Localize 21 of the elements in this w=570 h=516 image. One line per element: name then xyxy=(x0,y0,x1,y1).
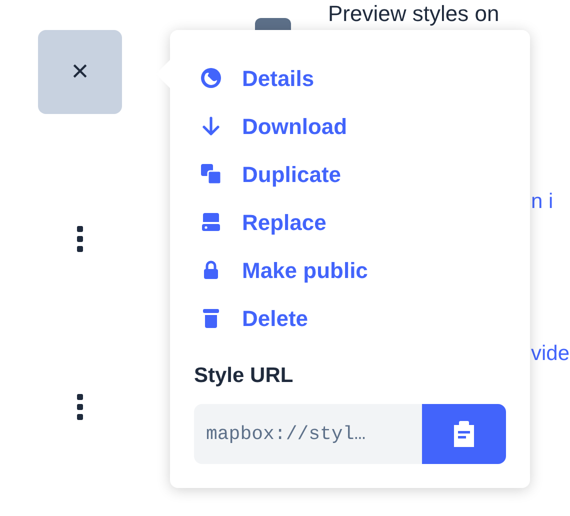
duplicate-icon xyxy=(200,163,222,185)
menu-item[interactable]: Download xyxy=(194,102,348,150)
menu-item[interactable]: Duplicate xyxy=(194,150,342,198)
drive-icon xyxy=(200,211,222,233)
copy-button[interactable] xyxy=(422,404,506,464)
preview-heading: Preview styles on xyxy=(328,1,500,27)
style-url-label: Style URL xyxy=(194,363,294,389)
menu-item[interactable]: Details xyxy=(194,54,314,102)
style-icon xyxy=(200,67,222,89)
style-url-field[interactable]: mapbox://styl… xyxy=(194,404,422,464)
menu-item[interactable]: Replace xyxy=(194,198,326,246)
clipboard-icon xyxy=(453,420,475,446)
more-icon[interactable] xyxy=(77,394,83,420)
more-icon[interactable] xyxy=(77,226,83,252)
trash-icon xyxy=(200,307,222,329)
menu-item[interactable]: Delete xyxy=(194,294,308,342)
link-text[interactable]: vide xyxy=(531,342,570,364)
arrow-down-icon xyxy=(200,115,222,137)
menu-item[interactable]: Make public xyxy=(194,246,368,294)
close-button[interactable]: × xyxy=(38,30,122,114)
link-text[interactable]: n i xyxy=(531,190,554,213)
